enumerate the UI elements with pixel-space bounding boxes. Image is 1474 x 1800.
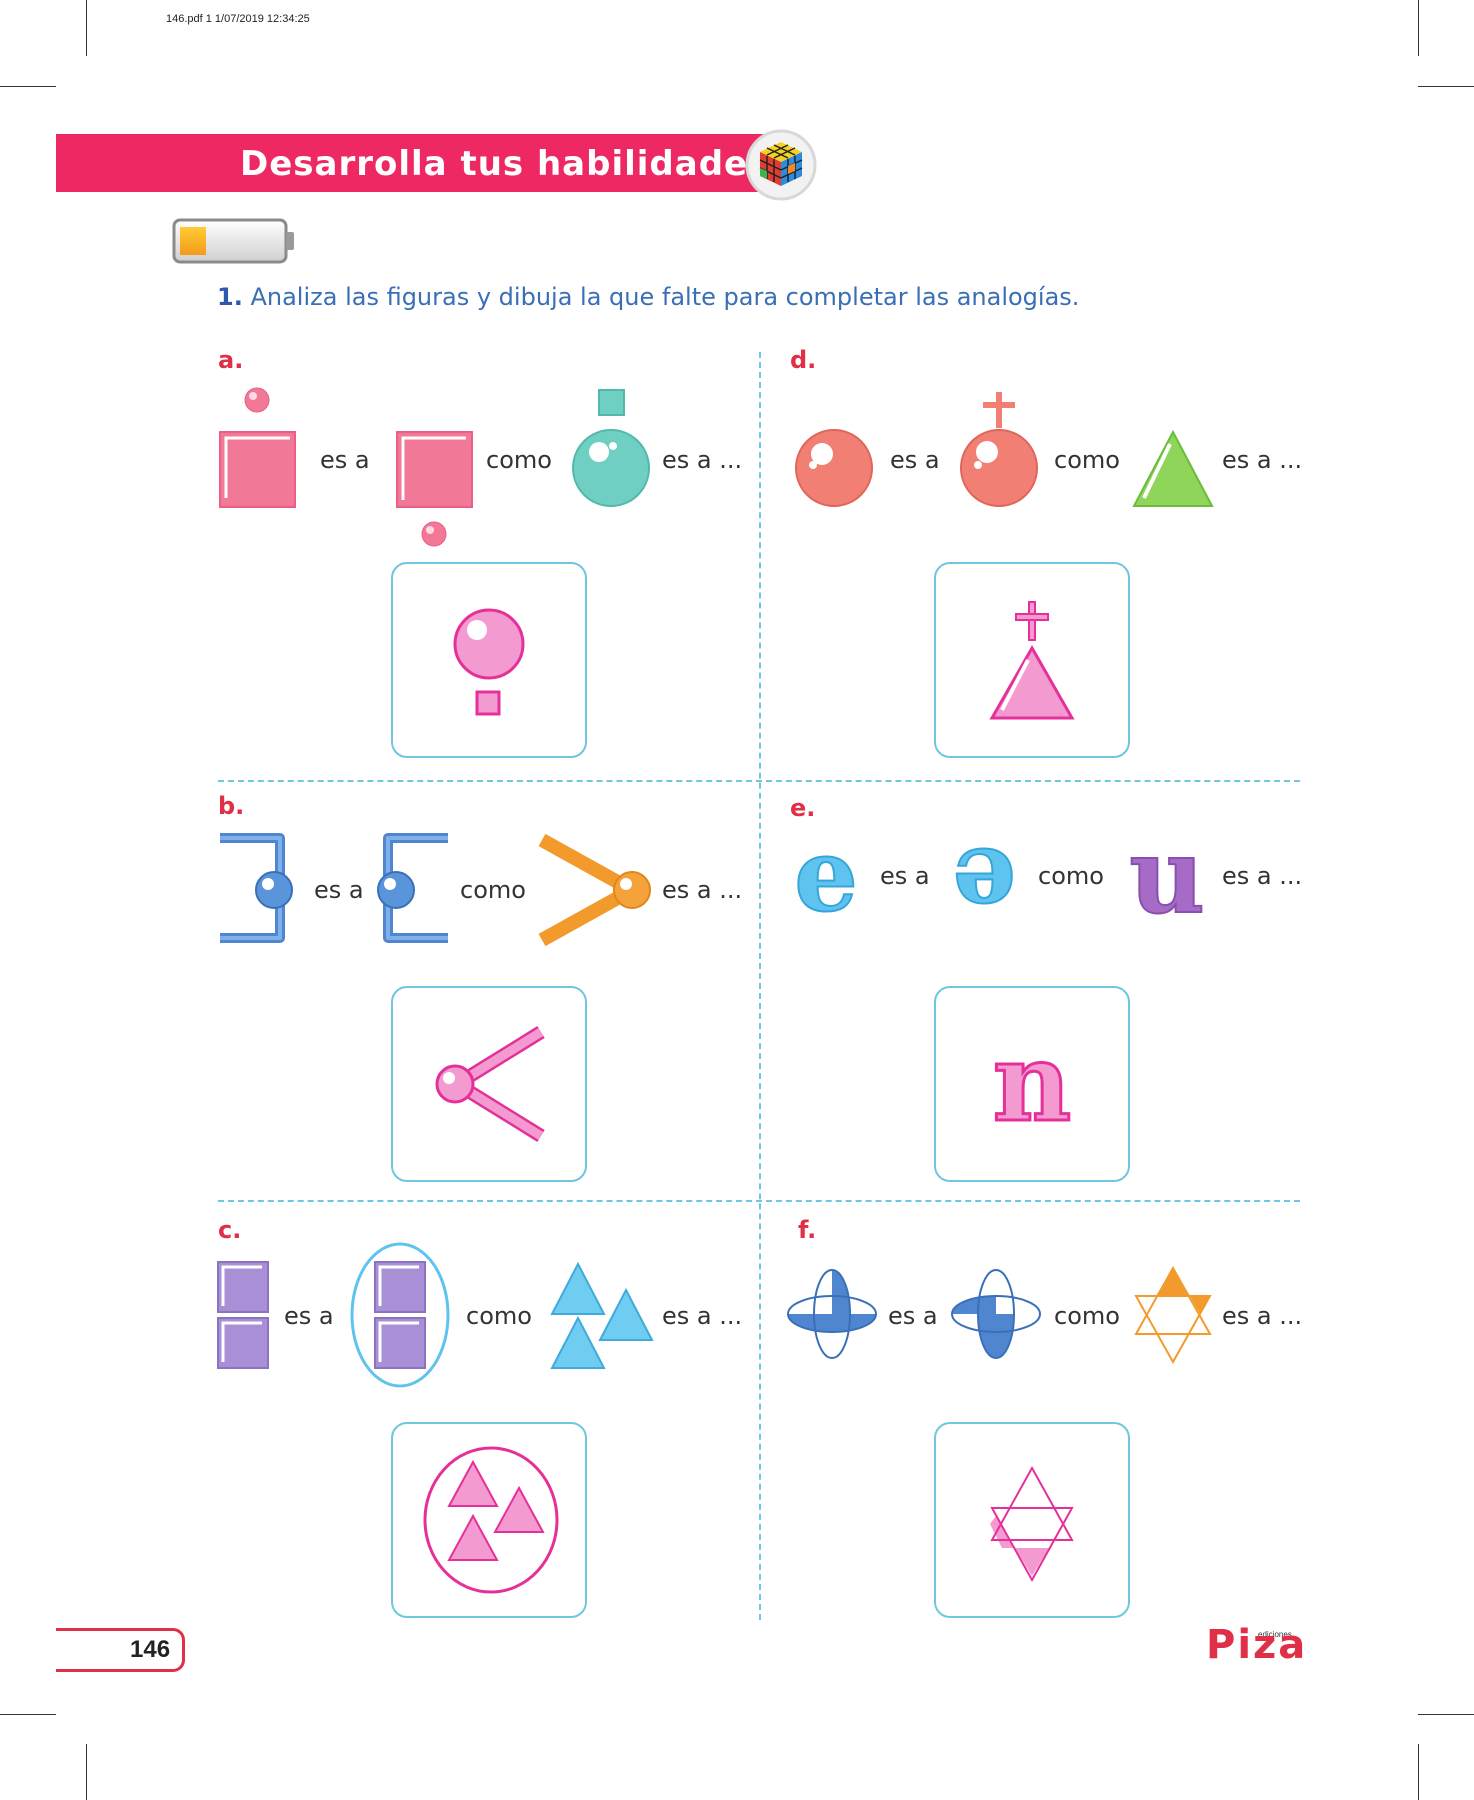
letter-e-rotated: e — [952, 836, 1016, 920]
row-divider — [218, 1200, 1300, 1202]
answer-box-a[interactable] — [391, 562, 587, 758]
three-blue-triangles — [550, 1261, 654, 1369]
text-es-a: es a — [890, 446, 940, 474]
text-como: como — [466, 1302, 532, 1330]
text-es-a-end: es a ... — [1222, 446, 1303, 474]
text-como: como — [1054, 446, 1120, 474]
exercise-label-f: f. — [798, 1216, 817, 1244]
answer-less-than — [435, 1026, 545, 1142]
section-title: Desarrolla tus habilidades — [240, 144, 770, 184]
answer-letter-n: n — [991, 1019, 1073, 1148]
text-es-a: es a — [284, 1302, 334, 1330]
crop-mark — [1418, 86, 1474, 87]
row-divider — [218, 780, 1300, 782]
red-circle-with-cross — [960, 392, 1038, 507]
crop-mark — [86, 0, 87, 56]
circle-small-square-above — [572, 389, 650, 507]
answer-box-d[interactable] — [934, 562, 1130, 758]
text-es-a: es a — [888, 1302, 938, 1330]
two-purple-squares-in-oval — [350, 1242, 450, 1388]
exercise-label-a: a. — [218, 346, 244, 374]
crop-mark — [1418, 1714, 1474, 1715]
crop-mark — [86, 1744, 87, 1800]
crop-mark — [1418, 1744, 1419, 1800]
text-es-a-end: es a ... — [662, 446, 743, 474]
square-small-circle-above — [219, 387, 296, 508]
crop-mark — [1418, 0, 1419, 56]
text-es-a-end: es a ... — [662, 1302, 743, 1330]
green-triangle — [1132, 429, 1214, 507]
red-circle — [795, 429, 873, 507]
text-es-a-end: es a ... — [1222, 1302, 1303, 1330]
page-number: 146 — [130, 1636, 171, 1663]
crop-mark — [0, 86, 56, 87]
column-divider — [759, 352, 761, 1620]
text-es-a: es a — [880, 862, 930, 890]
crop-mark — [0, 1714, 56, 1715]
exercise-label-d: d. — [790, 346, 817, 374]
answer-triangle-with-cross — [989, 601, 1075, 720]
orange-greater-than — [538, 833, 651, 947]
instruction: 1. Analiza las figuras y dibuja la que f… — [217, 283, 1079, 311]
answer-box-b[interactable] — [391, 986, 587, 1182]
letter-u-glyph: u — [1128, 830, 1206, 926]
text-es-a-end: es a ... — [1222, 862, 1303, 890]
print-header: 146.pdf 1 1/07/2019 12:34:25 — [166, 13, 310, 25]
text-como: como — [486, 446, 552, 474]
text-como: como — [460, 876, 526, 904]
text-es-a: es a — [314, 876, 364, 904]
exercise-label-e: e. — [790, 794, 816, 822]
letter-e-rotated-glyph: e — [951, 836, 1017, 920]
answer-box-e[interactable]: n — [934, 986, 1130, 1182]
orange-star-of-david — [1134, 1265, 1212, 1365]
square-small-circle-below — [396, 431, 473, 547]
two-purple-squares — [217, 1261, 269, 1369]
battery-level-icon — [172, 218, 294, 264]
letter-n: n — [993, 1020, 1072, 1146]
letter-u: u — [1129, 830, 1205, 926]
blue-crossed-ellipses-rotated — [951, 1269, 1041, 1359]
answer-triangles-in-circle — [423, 1446, 559, 1594]
instruction-number: 1. — [217, 283, 243, 311]
letter-e: e — [794, 836, 858, 920]
blue-bracket-right — [220, 833, 293, 943]
text-como: como — [1054, 1302, 1120, 1330]
publisher-logo: Piza — [1206, 1622, 1308, 1668]
letter-e-glyph: e — [793, 836, 859, 920]
answer-box-f[interactable] — [934, 1422, 1130, 1618]
blue-crossed-ellipses — [787, 1269, 877, 1359]
instruction-text: Analiza las figuras y dibuja la que falt… — [250, 283, 1080, 311]
answer-box-c[interactable] — [391, 1422, 587, 1618]
exercise-label-c: c. — [218, 1216, 242, 1244]
text-como: como — [1038, 862, 1104, 890]
rubik-cube-icon — [745, 129, 817, 201]
answer-circle-small-square-below — [453, 608, 525, 716]
exercise-label-b: b. — [218, 792, 245, 820]
answer-star-of-david — [990, 1465, 1074, 1583]
text-es-a-end: es a ... — [662, 876, 743, 904]
blue-bracket-left — [377, 833, 448, 943]
text-es-a: es a — [320, 446, 370, 474]
